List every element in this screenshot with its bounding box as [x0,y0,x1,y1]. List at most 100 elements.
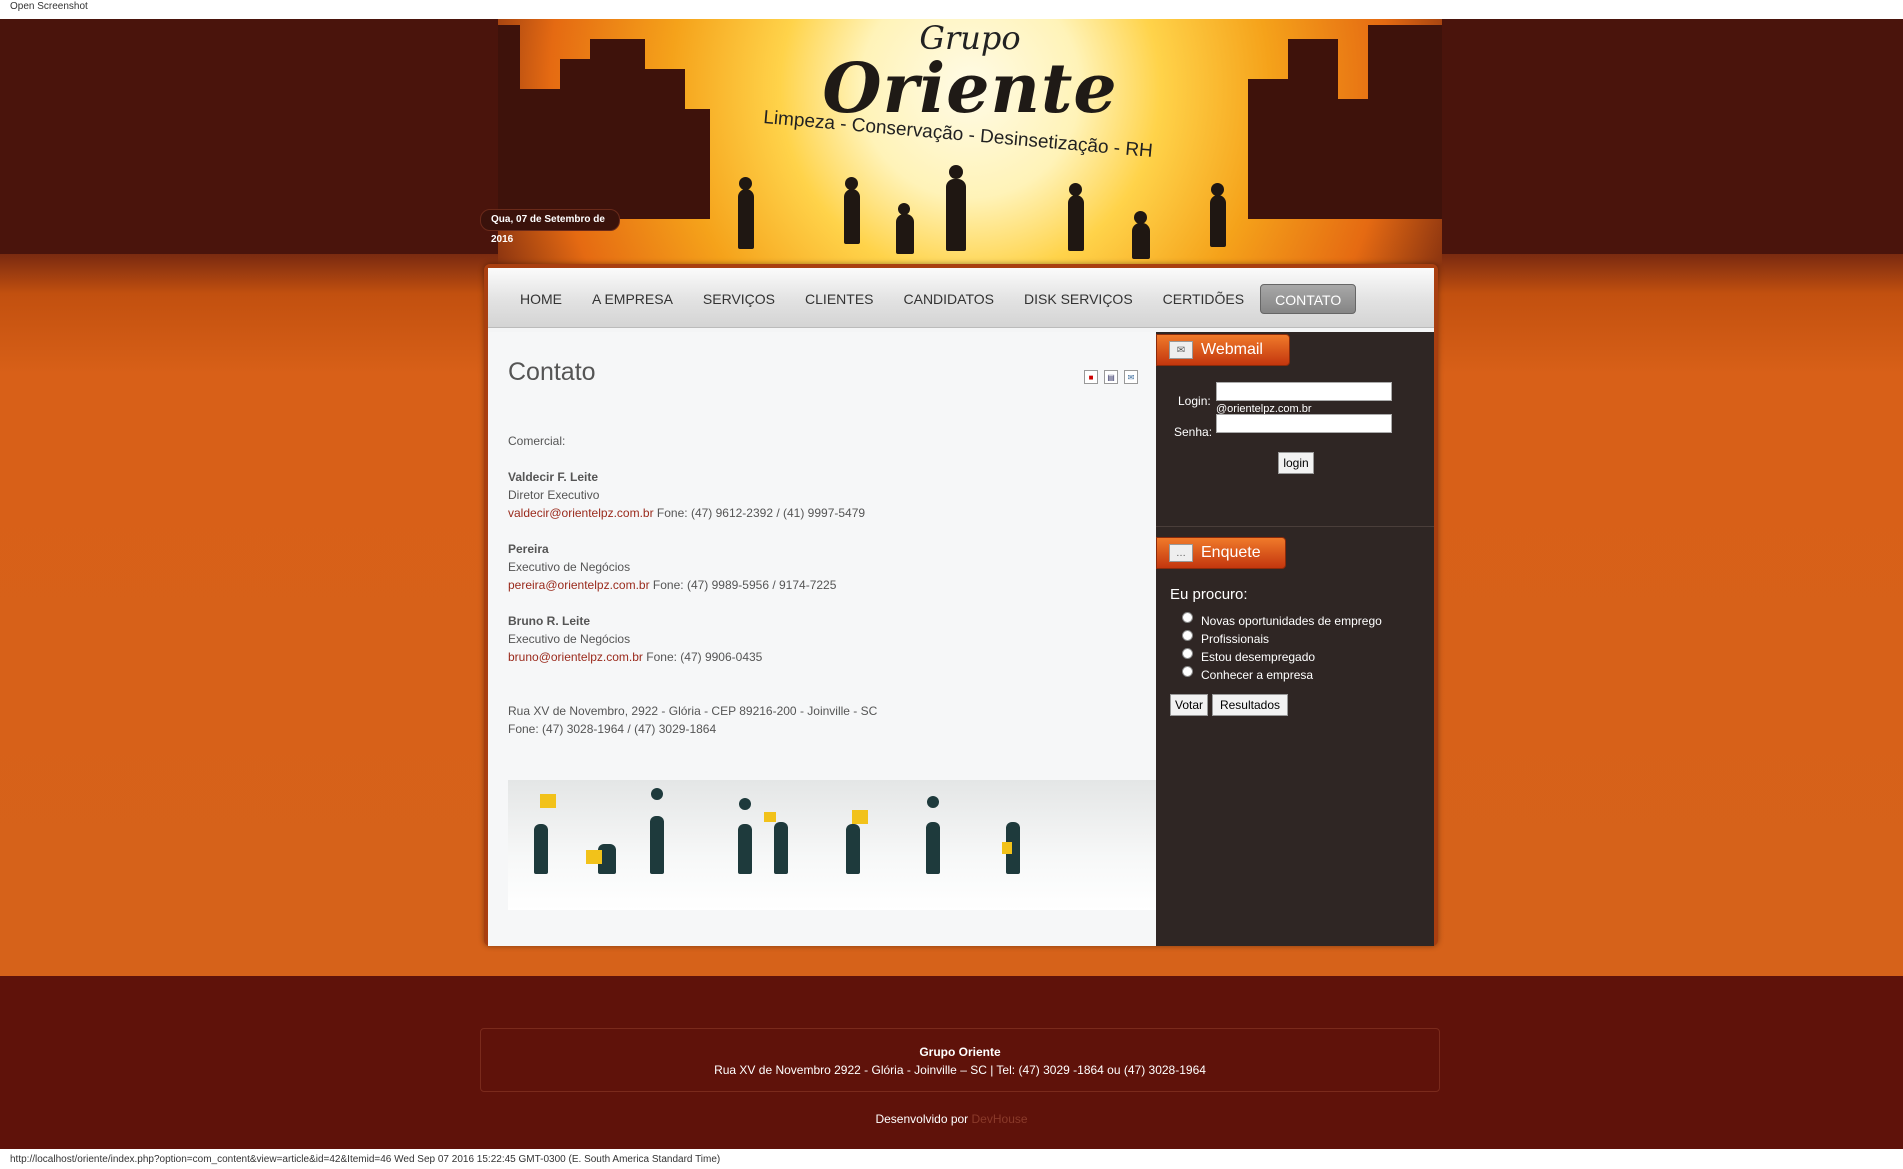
poll-option-label: Profissionais [1201,632,1270,646]
footer-company: Grupo Oriente [919,1045,1001,1059]
worker-figure [926,822,940,874]
contact-block: Pereira Executivo de Negócios pereira@or… [508,540,1128,594]
webmail-module-title: ✉ Webmail [1156,334,1290,366]
contact-phone: Fone: (47) 9906-0435 [646,650,763,664]
poll-option-label: Estou desempregado [1201,650,1316,664]
worker-box [1002,842,1012,854]
worker-box [764,812,776,822]
footer-box: Grupo Oriente Rua XV de Novembro 2922 - … [480,1028,1440,1092]
results-button[interactable]: Resultados [1212,694,1288,716]
main-navigation: HOME A EMPRESA SERVIÇOS CLIENTES CANDIDA… [488,268,1434,328]
poll-title: Enquete [1201,544,1261,561]
company-address: Rua XV de Novembro, 2922 - Glória - CEP … [508,704,878,718]
worker-head [845,177,858,190]
contact-phone: Fone: (47) 9612-2392 / (41) 9997-5479 [656,506,866,520]
sidebar-divider [1156,526,1434,527]
contact-name: Bruno R. Leite [508,614,591,628]
worker-head [739,798,751,810]
password-label: Senha: [1174,425,1213,439]
worker-head [927,796,939,808]
worker-silhouette [1210,195,1226,247]
worker-silhouette [1068,195,1084,251]
poll-option-radio[interactable] [1182,612,1193,623]
worker-head [898,203,910,215]
login-label: Login: [1178,394,1211,408]
nav-servicos[interactable]: SERVIÇOS [689,284,789,314]
developer-link[interactable]: DevHouse [972,1112,1028,1126]
login-button[interactable]: login [1278,452,1314,474]
contact-email-link[interactable]: pereira@orientelpz.com.br [508,578,650,592]
company-phones: Fone: (47) 3028-1964 / (47) 3029-1864 [508,722,717,736]
pdf-icon[interactable]: ■ [1084,370,1098,384]
contact-name: Valdecir F. Leite [508,470,599,484]
nav-candidatos[interactable]: CANDIDATOS [890,284,1009,314]
email-icon[interactable]: ✉ [1124,370,1138,384]
contact-phone: Fone: (47) 9989-5956 / 9174-7225 [652,578,837,592]
article-actions: ■ ▤ ✉ [1084,370,1138,384]
worker-figure [738,824,752,874]
nav-home[interactable]: HOME [506,284,576,314]
company-address-block: Rua XV de Novembro, 2922 - Glória - CEP … [508,702,1128,738]
developer-credit: Desenvolvido por DevHouse [0,1112,1903,1126]
worker-head [1069,183,1082,196]
poll-option-label: Novas oportunidades de emprego [1201,614,1382,628]
worker-silhouette [738,189,754,249]
print-icon[interactable]: ▤ [1104,370,1118,384]
nav-disk-servicos[interactable]: DISK SERVIÇOS [1010,284,1147,314]
poll-option-label: Conhecer a empresa [1201,668,1314,682]
poll-module-title: … Enquete [1156,537,1286,569]
webmail-title: Webmail [1201,341,1263,358]
contact-role: Executivo de Negócios [508,560,631,574]
vote-button[interactable]: Votar [1170,694,1208,716]
sidebar: ✉ Webmail Login: @orientelpz.com.br Senh… [1156,332,1434,946]
contact-block: Valdecir F. Leite Diretor Executivo vald… [508,468,1128,522]
contact-email-link[interactable]: bruno@orientelpz.com.br [508,650,643,664]
poll-option-radio[interactable] [1182,648,1193,659]
contact-block: Bruno R. Leite Executivo de Negócios bru… [508,612,1128,666]
article-title: Contato [508,358,596,386]
developer-prefix: Desenvolvido por [875,1112,969,1126]
worker-figure [650,816,664,874]
workers-illustration [508,780,1156,910]
poll-option-radio[interactable] [1182,630,1193,641]
contact-email-link[interactable]: valdecir@orientelpz.com.br [508,506,654,520]
nav-certidoes[interactable]: CERTIDÕES [1149,284,1258,314]
worker-head [651,788,663,800]
worker-figure [774,822,788,874]
contact-role: Diretor Executivo [508,488,600,502]
current-date: Qua, 07 de Setembro de 2016 [480,209,620,245]
worker-silhouette [896,214,914,254]
contact-role: Executivo de Negócios [508,632,631,646]
status-bar-url: http://localhost/oriente/index.php?optio… [0,1149,1903,1169]
worker-head [1134,211,1147,224]
worker-head [739,177,752,190]
footer-address: Rua XV de Novembro 2922 - Glória - Joinv… [714,1063,1206,1077]
worker-figure [534,824,548,874]
worker-box [540,794,556,808]
header-banner: Grupo Oriente Limpeza - Conservação - De… [498,19,1442,265]
article-area: Contato ■ ▤ ✉ Comercial: Valdecir F. Lei… [488,332,1156,946]
worker-silhouette [844,189,860,244]
worker-figure [846,824,860,874]
worker-head [1211,183,1224,196]
worker-silhouette [1132,223,1150,259]
envelope-icon: ✉ [1169,341,1193,359]
worker-box [852,810,868,824]
main-container: HOME A EMPRESA SERVIÇOS CLIENTES CANDIDA… [484,264,1438,946]
nav-a-empresa[interactable]: A EMPRESA [578,284,687,314]
article-content: Comercial: Valdecir F. Leite Diretor Exe… [508,432,1128,756]
worker-silhouette [946,179,966,251]
section-label: Comercial: [508,434,566,448]
nav-contato[interactable]: CONTATO [1260,284,1357,314]
nav-clientes[interactable]: CLIENTES [791,284,887,314]
speech-bubble-icon: … [1169,544,1193,562]
contact-name: Pereira [508,542,549,556]
poll-question: Eu procuro: [1170,586,1248,603]
worker-box [586,850,602,864]
logo-oriente-text: Oriente [822,49,1118,129]
screenshot-top-label: Open Screenshot [0,0,1903,19]
password-input[interactable] [1216,414,1392,433]
login-input[interactable] [1216,382,1392,401]
worker-head [949,165,963,179]
poll-option-radio[interactable] [1182,666,1193,677]
